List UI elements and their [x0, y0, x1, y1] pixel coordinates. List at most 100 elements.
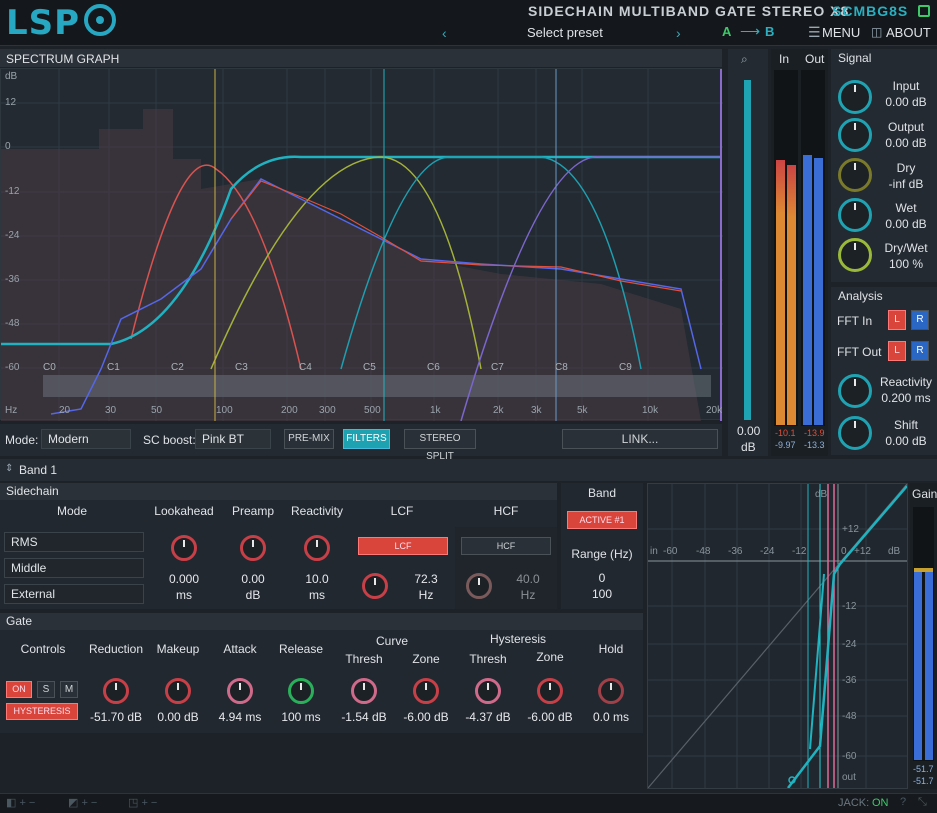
lsp-logo-gear-icon	[84, 4, 116, 36]
mode-select[interactable]: Modern	[41, 429, 131, 449]
dry-wet-label: Dry/Wet	[884, 241, 928, 255]
link-button[interactable]: LINK...	[562, 429, 718, 449]
next-preset-icon[interactable]: ›	[676, 25, 681, 41]
in-peak-right: -9.97	[775, 440, 796, 450]
curve-db-label: dB	[815, 489, 828, 500]
hyst-zone-value: -6.00 dB	[527, 710, 573, 724]
fft-out-right-button[interactable]: R	[911, 341, 929, 361]
sc-boost-select[interactable]: Pink BT	[195, 429, 271, 449]
pre-mix-button[interactable]: PRE-MIX	[284, 429, 334, 449]
output-gain-value: 0.00	[737, 424, 761, 438]
hold-label: Hold	[598, 642, 624, 656]
band-title: Band	[587, 486, 617, 500]
hold-knob[interactable]	[598, 678, 624, 704]
output-knob[interactable]	[838, 118, 872, 152]
attack-knob[interactable]	[227, 678, 253, 704]
freq-tick: 500	[364, 405, 381, 416]
release-label: Release	[278, 642, 324, 656]
gate-mute-button[interactable]: M	[60, 681, 78, 698]
shift-value: 0.00 dB	[885, 434, 927, 448]
input-knob[interactable]	[838, 80, 872, 114]
filters-button[interactable]: FILTERS	[343, 429, 390, 449]
curve-zone-value: -6.00 dB	[403, 710, 449, 724]
hyst-thresh-value: -4.37 dB	[465, 710, 511, 724]
fft-in-left-button[interactable]: L	[888, 310, 906, 330]
sc-mode-select[interactable]: RMS	[4, 532, 144, 552]
dry-wet-knob[interactable]	[838, 238, 872, 272]
sc-reactivity-knob[interactable]	[304, 535, 330, 561]
output-gain-slider[interactable]	[744, 80, 751, 420]
wet-label: Wet	[895, 201, 917, 215]
makeup-knob[interactable]	[165, 678, 191, 704]
attack-label: Attack	[223, 642, 257, 656]
dry-wet-value: 100 %	[888, 257, 924, 271]
stereo-split-button[interactable]: STEREO SPLIT	[404, 429, 476, 462]
footer-layout-icon[interactable]: ◩ + −	[68, 796, 97, 809]
note-label: C0	[43, 362, 56, 373]
db-tick: -36	[5, 274, 20, 285]
hcf-button[interactable]: HCF	[461, 537, 551, 555]
freq-tick: 30	[105, 405, 117, 416]
reduction-value: -51.70 dB	[89, 710, 143, 724]
ab-a-button[interactable]: A	[722, 24, 731, 39]
note-label: C8	[555, 362, 568, 373]
ab-b-button[interactable]: B	[765, 24, 774, 39]
footer-font-icon[interactable]: ◳ + −	[128, 796, 157, 809]
curve-y-tick: +12	[842, 524, 859, 535]
out-peak-right: -13.3	[804, 440, 825, 450]
resize-icon[interactable]: ⤡	[918, 796, 927, 809]
hcf-knob[interactable]	[466, 573, 492, 599]
band-active-button[interactable]: ACTIVE #1	[567, 511, 637, 529]
sc-type-select[interactable]: External	[4, 584, 144, 604]
zoom-icon[interactable]: ⌕	[741, 52, 748, 67]
footer-window-icon[interactable]: ◧ + −	[6, 796, 35, 809]
band-selector-icon[interactable]: ⇕	[5, 463, 13, 474]
freq-tick: 50	[151, 405, 163, 416]
reduction-knob[interactable]	[103, 678, 129, 704]
sc-source-select[interactable]: Middle	[4, 558, 144, 578]
lcf-value: 72.3	[414, 572, 438, 586]
hysteresis-button[interactable]: HYSTERESIS	[6, 703, 78, 720]
band-selector[interactable]: Band 1	[19, 463, 57, 477]
out-peak-left: -13.9	[804, 428, 825, 438]
curve-zone-knob[interactable]	[413, 678, 439, 704]
curve-x-tick: 0	[841, 546, 847, 557]
shift-knob[interactable]	[838, 416, 872, 450]
curve-thresh-knob[interactable]	[351, 678, 377, 704]
reactivity-value: 0.200 ms	[881, 391, 931, 405]
dry-knob[interactable]	[838, 158, 872, 192]
preset-selector[interactable]: Select preset	[527, 25, 603, 40]
reactivity-knob[interactable]	[838, 374, 872, 408]
hyst-zone-knob[interactable]	[537, 678, 563, 704]
fft-in-right-button[interactable]: R	[911, 310, 929, 330]
spectrum-graph[interactable]: dB 12 0 -12 -24 -36 -48 -60 Hz 20 30 50 …	[0, 68, 723, 422]
gain-meter-peak	[914, 568, 933, 572]
release-knob[interactable]	[288, 678, 314, 704]
freq-tick: 10k	[642, 405, 659, 416]
menu-icon: ☰	[808, 24, 821, 40]
gate-solo-button[interactable]: S	[37, 681, 55, 698]
hyst-thresh-knob[interactable]	[475, 678, 501, 704]
wet-knob[interactable]	[838, 198, 872, 232]
lookahead-knob[interactable]	[171, 535, 197, 561]
prev-preset-icon[interactable]: ‹	[442, 25, 447, 41]
about-button[interactable]: ABOUT	[886, 25, 931, 40]
help-icon[interactable]: ?	[900, 796, 906, 808]
lcf-knob[interactable]	[362, 573, 388, 599]
gain-value-right: -51.7	[913, 776, 934, 786]
lcf-button[interactable]: LCF	[358, 537, 448, 555]
reactivity-label: Reactivity	[879, 375, 932, 389]
note-label: C1	[107, 362, 120, 373]
freq-tick: 5k	[577, 405, 588, 416]
gate-on-button[interactable]: ON	[6, 681, 32, 698]
preamp-knob[interactable]	[240, 535, 266, 561]
plugin-code: SCMBG8S	[832, 3, 909, 19]
mode-label: Mode:	[5, 433, 39, 447]
menu-button[interactable]: MENU	[822, 25, 860, 40]
plugin-title: SIDECHAIN MULTIBAND GATE STEREO X8	[528, 3, 850, 19]
fft-out-left-button[interactable]: L	[888, 341, 906, 361]
freq-tick: 3k	[531, 405, 542, 416]
curve-y-tick: -36	[842, 675, 857, 686]
transfer-curve-graph[interactable]: dB in -60 -48 -36 -24 -12 0 +12 dB +12 -…	[647, 483, 908, 789]
power-icon[interactable]	[918, 5, 930, 17]
